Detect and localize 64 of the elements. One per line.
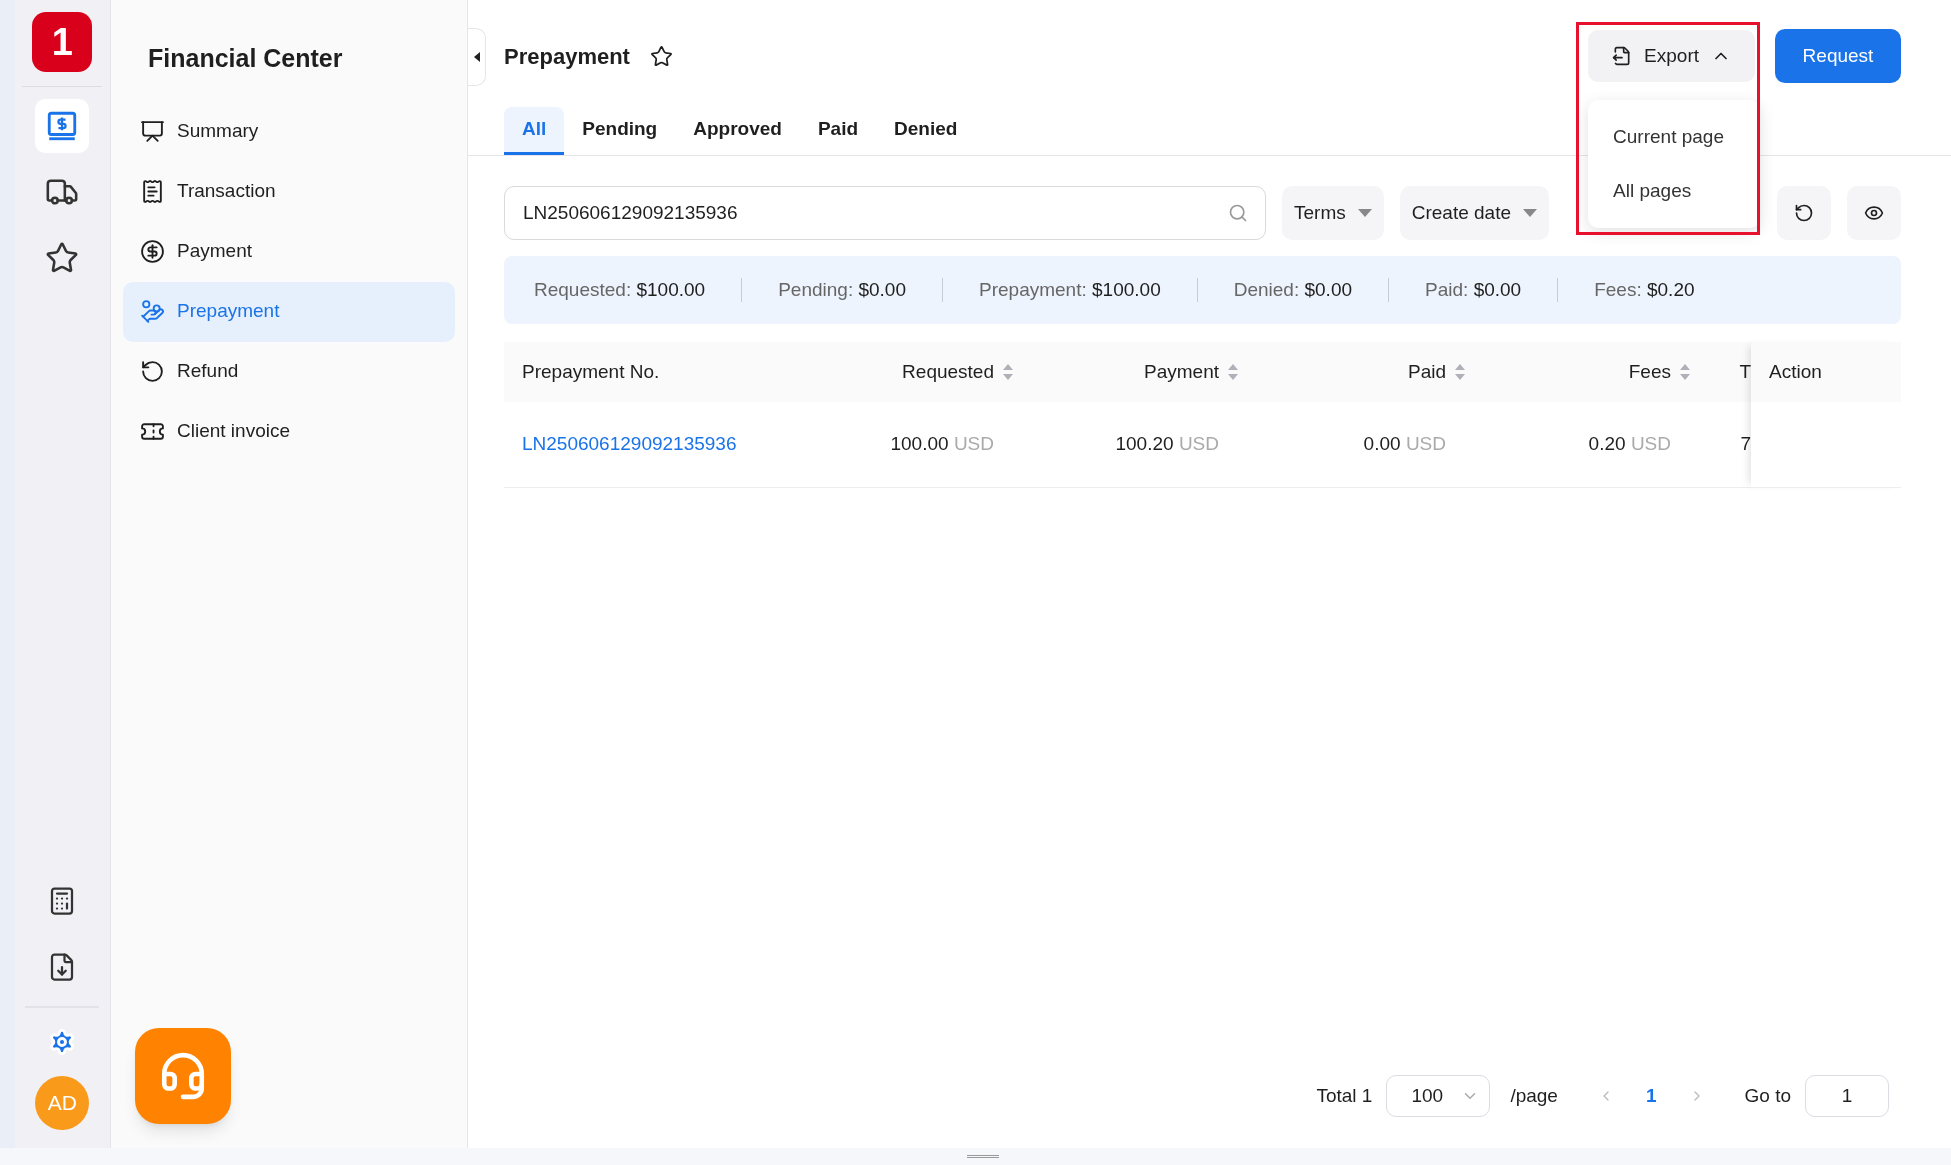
caret-down-icon bbox=[1357, 209, 1372, 217]
app-logo[interactable]: 1 bbox=[32, 12, 93, 72]
refresh-icon bbox=[1794, 203, 1814, 223]
page-title: Prepayment bbox=[504, 42, 630, 71]
column-header: Action bbox=[1769, 359, 1822, 384]
request-button[interactable]: Request bbox=[1775, 29, 1901, 83]
settings-icon[interactable] bbox=[48, 1028, 77, 1056]
receipt-icon bbox=[140, 179, 165, 204]
caret-down-icon bbox=[1523, 209, 1538, 217]
file-export-icon bbox=[1612, 46, 1633, 66]
tab[interactable]: Approved bbox=[675, 107, 800, 155]
eye-icon bbox=[1864, 203, 1884, 223]
favorite-star-icon[interactable] bbox=[649, 44, 673, 68]
goto-label: Go to bbox=[1744, 1083, 1791, 1108]
amount-cell-text: 0.20 USD bbox=[1588, 432, 1671, 457]
column-header: Requested bbox=[902, 359, 994, 384]
summary-stat: Requested: $100.00 bbox=[534, 277, 706, 302]
sidebar-item[interactable]: Client invoice bbox=[123, 401, 455, 462]
export-button[interactable]: Export bbox=[1588, 30, 1755, 82]
view-button[interactable] bbox=[1847, 186, 1901, 240]
amount-cell-text: 0.00 USD bbox=[1363, 432, 1446, 457]
sidebar-item[interactable]: Prepayment bbox=[123, 281, 455, 342]
sidebar-item[interactable]: Summary bbox=[123, 101, 455, 162]
goto-field[interactable]: 1 bbox=[1805, 1075, 1889, 1117]
search-icon[interactable] bbox=[1228, 203, 1248, 223]
refund-icon bbox=[140, 359, 165, 384]
summary-stat: Prepayment: $100.00 bbox=[979, 277, 1161, 302]
per-page-label: /page bbox=[1510, 1083, 1558, 1108]
sidebar-item[interactable]: Payment bbox=[123, 221, 455, 282]
refresh-button[interactable] bbox=[1777, 186, 1831, 240]
column-header: Paid bbox=[1407, 359, 1446, 384]
amount-cell-text: 100.00 USD bbox=[890, 432, 994, 457]
filter-dropdown[interactable]: Terms bbox=[1282, 186, 1384, 240]
summary-stat: Denied: $0.00 bbox=[1233, 277, 1353, 302]
star-icon bbox=[45, 241, 80, 275]
sidebar-item[interactable]: Transaction bbox=[123, 161, 455, 222]
hand-coins-icon bbox=[140, 299, 165, 324]
dollar-coin-icon bbox=[140, 239, 165, 264]
table-cell-text: 7 bbox=[1740, 432, 1751, 457]
search-field[interactable]: LN250606129092135936 bbox=[504, 186, 1266, 240]
page-number[interactable]: 1 bbox=[1645, 1081, 1657, 1111]
total-count: Total 1 bbox=[1316, 1083, 1373, 1108]
collapse-handle[interactable] bbox=[468, 28, 486, 86]
tab[interactable]: Paid bbox=[799, 107, 877, 155]
amount-cell-text: 100.20 USD bbox=[1115, 432, 1219, 457]
menu-item[interactable]: All pages bbox=[1588, 164, 1761, 218]
tab[interactable]: Pending bbox=[564, 107, 676, 155]
page-size-select[interactable]: 100 bbox=[1386, 1075, 1491, 1117]
prepayment-link[interactable]: LN250606129092135936 bbox=[522, 430, 737, 459]
filter-dropdown[interactable]: Create date bbox=[1399, 186, 1550, 240]
summary-stat: Fees: $0.20 bbox=[1594, 277, 1695, 302]
column-header: Fees bbox=[1628, 359, 1671, 384]
menu-item[interactable]: Current page bbox=[1588, 110, 1761, 164]
tab[interactable]: All bbox=[504, 107, 565, 155]
summary-stat: Pending: $0.00 bbox=[778, 277, 906, 302]
collapse-caret-icon bbox=[473, 52, 480, 62]
sidebar-title: Financial Center bbox=[147, 43, 344, 74]
sidebar-item[interactable]: Refund bbox=[123, 341, 455, 402]
column-header: T bbox=[1739, 359, 1751, 384]
column-header: Payment bbox=[1144, 359, 1219, 384]
summary-stat: Paid: $0.00 bbox=[1425, 277, 1522, 302]
tab[interactable]: Denied bbox=[876, 107, 976, 155]
support-button[interactable] bbox=[135, 1028, 231, 1124]
column-header: Prepayment No. bbox=[522, 359, 660, 384]
